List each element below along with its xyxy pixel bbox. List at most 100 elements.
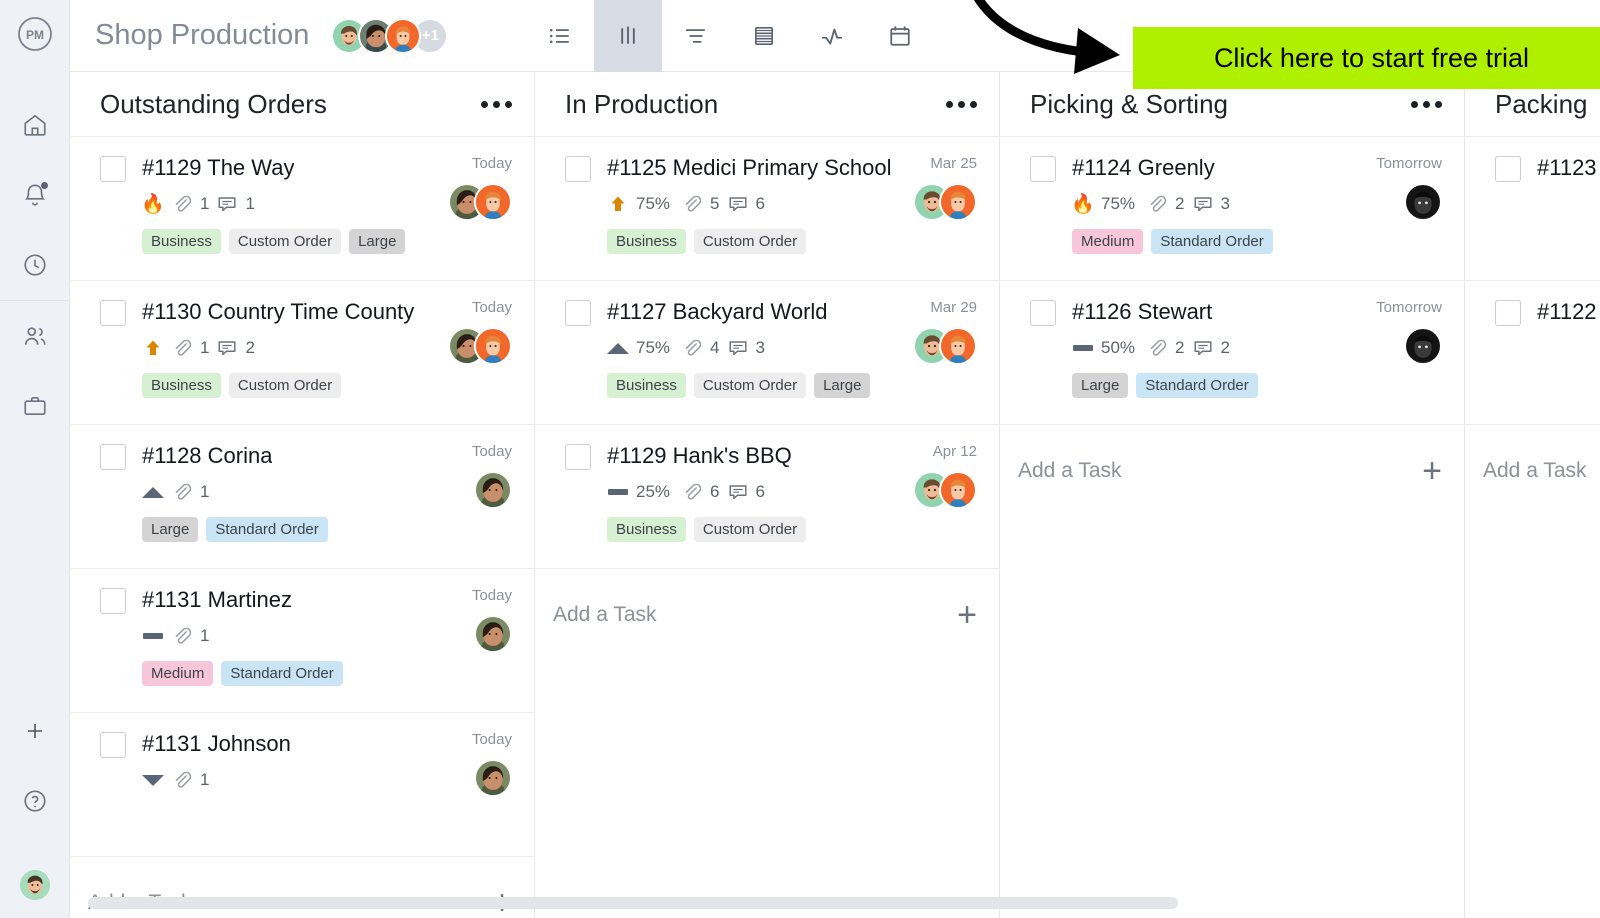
card-avatar-group: [448, 327, 512, 365]
task-card[interactable]: #1129 The Way 🔥 1 1 Business Custom Order Lar…: [70, 136, 534, 280]
column-menu-button[interactable]: [1391, 100, 1442, 108]
home-icon: [23, 114, 46, 136]
card-tag[interactable]: Business: [607, 229, 686, 254]
card-tag[interactable]: Large: [1072, 373, 1129, 398]
priority-normal-icon: [1072, 337, 1094, 359]
column-menu-button[interactable]: [461, 100, 512, 108]
task-checkbox[interactable]: [565, 156, 591, 182]
card-tag[interactable]: Business: [142, 373, 221, 398]
card-tag[interactable]: Standard Order: [221, 661, 343, 686]
card-comment-count: 3: [755, 338, 765, 357]
avatar-illustration-orange-man: [941, 473, 975, 507]
board-horizontal-scrollbar[interactable]: [70, 894, 1600, 912]
tab-activity[interactable]: [798, 0, 866, 72]
sheet-icon: [755, 26, 774, 45]
task-checkbox[interactable]: [100, 444, 126, 470]
tab-sheet[interactable]: [730, 0, 798, 72]
card-tag[interactable]: Large: [814, 373, 871, 398]
card-attachment-count: 6: [710, 482, 720, 501]
task-card[interactable]: #1131 Johnson 1 Today: [70, 712, 534, 856]
card-assignee-avatar[interactable]: [474, 471, 512, 509]
task-card[interactable]: #1122: [1465, 280, 1600, 424]
task-checkbox[interactable]: [100, 732, 126, 758]
task-card[interactable]: #1125 Medici Primary School 75% 5 6 Busines…: [535, 136, 999, 280]
tab-list[interactable]: [526, 0, 594, 72]
card-tag[interactable]: Custom Order: [693, 229, 807, 254]
tab-board[interactable]: [594, 0, 663, 72]
card-tag[interactable]: Large: [349, 229, 406, 254]
card-tag[interactable]: Large: [142, 517, 199, 542]
column-menu-button[interactable]: [926, 100, 977, 108]
sidebar-item-people[interactable]: [0, 301, 69, 371]
task-card[interactable]: #1131 Martinez 1 Medium Standard Order Tod…: [70, 568, 534, 712]
task-card[interactable]: #1123: [1465, 136, 1600, 280]
card-tag[interactable]: Medium: [142, 661, 214, 686]
card-tag[interactable]: Custom Order: [228, 373, 342, 398]
card-assignee-avatar[interactable]: [474, 183, 512, 221]
card-tag[interactable]: Custom Order: [693, 517, 807, 542]
card-assignee-avatar[interactable]: [939, 327, 977, 365]
sidebar-add-button[interactable]: [0, 696, 69, 766]
card-assignee-avatar[interactable]: [474, 327, 512, 365]
plus-icon[interactable]: +: [957, 598, 977, 632]
card-tag[interactable]: Custom Order: [693, 373, 807, 398]
task-checkbox[interactable]: [100, 156, 126, 182]
task-checkbox[interactable]: [1030, 156, 1056, 182]
card-assignee-avatar[interactable]: [939, 471, 977, 509]
avatar[interactable]: [385, 17, 422, 54]
sidebar-item-home[interactable]: [0, 90, 69, 160]
comment-icon: [1193, 341, 1212, 356]
column-title: Packing: [1495, 88, 1588, 119]
card-tag[interactable]: Business: [607, 373, 686, 398]
tab-gantt[interactable]: [662, 0, 730, 72]
avatar-photo-dark: [1406, 329, 1440, 363]
task-checkbox[interactable]: [100, 300, 126, 326]
add-task-button[interactable]: Add a Task +: [535, 568, 999, 660]
app-logo[interactable]: PM: [15, 14, 55, 54]
card-assignee-avatar[interactable]: [474, 615, 512, 653]
card-meta-row: 50% 2 2: [1072, 337, 1366, 359]
people-icon: [24, 327, 46, 345]
card-tag[interactable]: Standard Order: [1136, 373, 1258, 398]
card-tag[interactable]: Medium: [1072, 229, 1144, 254]
free-trial-cta-button[interactable]: Click here to start free trial: [1133, 27, 1600, 89]
task-checkbox[interactable]: [100, 588, 126, 614]
sidebar-user-avatar[interactable]: [19, 870, 50, 900]
tab-calendar[interactable]: [866, 0, 934, 72]
card-tag[interactable]: Business: [142, 229, 221, 254]
task-checkbox[interactable]: [565, 300, 591, 326]
sidebar-help-button[interactable]: [0, 766, 69, 836]
card-title: #1127 Backyard World: [607, 299, 828, 324]
card-tag[interactable]: Custom Order: [228, 229, 342, 254]
scrollbar-thumb[interactable]: [88, 897, 1178, 909]
card-assignee-avatar[interactable]: [1404, 327, 1442, 365]
card-meta-row: 75% 4 3: [607, 337, 903, 359]
sidebar-item-portfolio[interactable]: [0, 371, 69, 441]
task-card[interactable]: #1130 Country Time County 1 2 Business Cust…: [70, 280, 534, 424]
member-avatar-group[interactable]: +1: [331, 17, 449, 54]
add-task-button[interactable]: Add a Task +: [1465, 424, 1600, 516]
card-avatar-group: [448, 183, 512, 221]
task-card[interactable]: #1128 Corina 1 Large Standard Order Today: [70, 424, 534, 568]
card-tag[interactable]: Standard Order: [1151, 229, 1273, 254]
avatar-photo-dark: [1406, 185, 1440, 219]
sidebar-item-notifications[interactable]: [0, 160, 69, 230]
task-checkbox[interactable]: [1030, 300, 1056, 326]
card-attachment-count: 2: [1175, 194, 1185, 213]
card-assignee-avatar[interactable]: [474, 759, 512, 797]
card-assignee-avatar[interactable]: [1404, 183, 1442, 221]
task-checkbox[interactable]: [565, 444, 591, 470]
task-checkbox[interactable]: [1495, 300, 1521, 326]
task-checkbox[interactable]: [1495, 156, 1521, 182]
task-card[interactable]: #1124 Greenly 🔥 75% 2 3 Medium Standard Order…: [1000, 136, 1464, 280]
card-tag[interactable]: Business: [607, 517, 686, 542]
plus-icon[interactable]: +: [1422, 454, 1442, 488]
task-card[interactable]: #1126 Stewart 50% 2 2 Large Standard Order T…: [1000, 280, 1464, 424]
task-card[interactable]: #1127 Backyard World 75% 4 3 Business Custom…: [535, 280, 999, 424]
help-icon: [23, 790, 46, 812]
card-tag[interactable]: Standard Order: [206, 517, 328, 542]
add-task-button[interactable]: Add a Task +: [1000, 424, 1464, 516]
sidebar-item-recent[interactable]: [0, 230, 69, 300]
task-card[interactable]: #1129 Hank's BBQ 25% 6 6 Business Custom Ord…: [535, 424, 999, 568]
card-assignee-avatar[interactable]: [939, 183, 977, 221]
